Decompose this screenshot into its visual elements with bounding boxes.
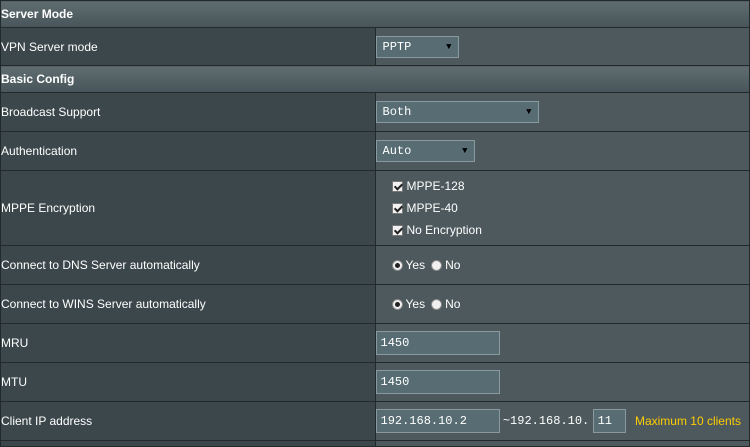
max-clients-note: Maximum 10 clients xyxy=(634,414,741,428)
section-server-mode: Server Mode xyxy=(0,0,750,28)
vpn-server-mode-value: PPTP xyxy=(382,39,412,54)
row-vpn-server-mode: VPN Server mode PPTP ▼ xyxy=(0,27,750,66)
broadcast-support-select[interactable]: Both ▼ xyxy=(375,101,539,123)
client-ip-end-input[interactable]: 11 xyxy=(592,409,626,433)
row-dns-auto: Connect to DNS Server automatically Yes N… xyxy=(0,245,750,285)
footer-cell-right xyxy=(374,440,750,447)
chevron-down-icon: ▼ xyxy=(446,41,452,52)
no-encryption-option[interactable]: No Encryption xyxy=(391,219,750,241)
wins-auto-yes-radio[interactable] xyxy=(391,298,403,310)
client-ip-start-input[interactable]: 192.168.10.2 xyxy=(375,409,500,433)
wins-auto-label: Connect to WINS Server automatically xyxy=(0,284,376,324)
mppe-40-checkbox[interactable] xyxy=(391,202,403,214)
client-ip-prefix: 192.168.10. xyxy=(510,414,590,428)
broadcast-support-label: Broadcast Support xyxy=(0,92,376,132)
mppe-128-label: MPPE-128 xyxy=(406,179,465,193)
wins-auto-no-label: No xyxy=(445,297,461,312)
chevron-down-icon: ▼ xyxy=(526,107,532,117)
row-authentication: Authentication Auto ▼ xyxy=(0,131,750,171)
client-ip-separator: ~ xyxy=(502,414,511,428)
row-broadcast-support: Broadcast Support Both ▼ xyxy=(0,92,750,132)
mtu-input[interactable]: 1450 xyxy=(375,370,500,394)
vpn-server-config-table: Server Mode VPN Server mode PPTP ▼ Basic… xyxy=(0,0,750,447)
dns-auto-no-label: No xyxy=(445,258,461,273)
mppe-128-checkbox[interactable] xyxy=(391,180,403,192)
dns-auto-yes-label: Yes xyxy=(405,258,426,273)
chevron-down-icon: ▼ xyxy=(462,146,468,156)
vpn-server-mode-select[interactable]: PPTP ▼ xyxy=(375,35,459,58)
dns-auto-yes-radio[interactable] xyxy=(391,259,403,271)
mru-label: MRU xyxy=(0,323,376,363)
authentication-label: Authentication xyxy=(0,131,376,171)
client-ip-label: Client IP address xyxy=(0,401,376,441)
authentication-value: Auto xyxy=(382,144,412,158)
section-basic-config: Basic Config xyxy=(0,65,750,93)
row-mppe-encryption: MPPE Encryption MPPE-128 MPPE-40 No Encr… xyxy=(0,170,750,246)
dns-auto-no-radio[interactable] xyxy=(431,259,443,271)
no-encryption-label: No Encryption xyxy=(406,223,482,237)
row-mru: MRU 1450 xyxy=(0,323,750,363)
row-mtu: MTU 1450 xyxy=(0,362,750,402)
wins-auto-yes-label: Yes xyxy=(405,297,426,312)
no-encryption-checkbox[interactable] xyxy=(391,224,403,236)
row-client-ip: Client IP address 192.168.10.2 ~192.168.… xyxy=(0,401,750,441)
section-title-server-mode: Server Mode xyxy=(0,0,750,28)
mppe-128-option[interactable]: MPPE-128 xyxy=(391,175,750,197)
section-title-basic-config: Basic Config xyxy=(0,65,750,93)
mppe-40-option[interactable]: MPPE-40 xyxy=(391,197,750,219)
mppe-40-label: MPPE-40 xyxy=(406,201,458,215)
dns-auto-label: Connect to DNS Server automatically xyxy=(0,245,376,285)
row-wins-auto: Connect to WINS Server automatically Yes… xyxy=(0,284,750,324)
footer-cell-left xyxy=(0,440,376,447)
wins-auto-no-radio[interactable] xyxy=(431,298,443,310)
broadcast-support-value: Both xyxy=(382,105,412,119)
vpn-server-mode-label: VPN Server mode xyxy=(0,27,376,66)
authentication-select[interactable]: Auto ▼ xyxy=(375,140,475,162)
mtu-label: MTU xyxy=(0,362,376,402)
mppe-encryption-label: MPPE Encryption xyxy=(0,170,376,246)
mru-input[interactable]: 1450 xyxy=(375,331,500,355)
row-footer xyxy=(0,440,750,447)
